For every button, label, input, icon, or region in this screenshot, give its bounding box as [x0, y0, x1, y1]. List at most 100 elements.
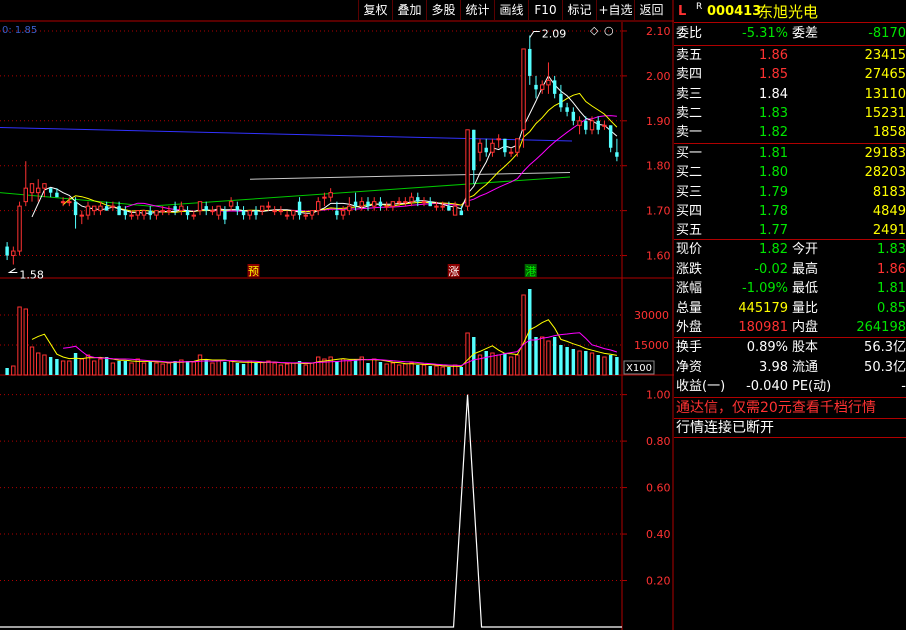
candle-body — [272, 210, 277, 213]
toolbar-button-8[interactable]: 返回 — [634, 0, 668, 20]
stat-value: 0.89% — [746, 340, 788, 355]
volume-bar — [173, 361, 177, 375]
candle-body — [36, 187, 41, 194]
buy-level: 买一 1.81 29183 — [674, 144, 906, 164]
candle-body — [472, 129, 476, 171]
volume-bar — [602, 356, 607, 376]
notice-banner[interactable]: 通达信，仅需20元查看千档行情 — [674, 398, 906, 418]
candle-body — [615, 152, 619, 157]
stat-label: 外盘 — [676, 320, 703, 335]
toolbar-button-5[interactable]: F10 — [528, 0, 562, 20]
candle-body — [372, 201, 377, 207]
toolbar-button-6[interactable]: 标记 — [562, 0, 596, 20]
volume-bar — [496, 354, 501, 376]
candle-body — [73, 201, 78, 216]
stat-label: 收益(一) — [676, 379, 726, 394]
volume-bar — [515, 354, 520, 376]
stock-header: L R 000413 东旭光电 — [674, 2, 906, 22]
candle-body — [366, 201, 370, 207]
volume-bar — [48, 357, 53, 375]
volume-bar — [378, 362, 383, 375]
level-volume: 13110 — [864, 86, 906, 102]
stat-label: 总量 — [676, 300, 703, 316]
volume-bar — [316, 356, 321, 376]
volume-bar — [117, 361, 121, 375]
price-tick-label: 2.00 — [646, 70, 671, 83]
candle-body — [428, 201, 432, 207]
volume-bar — [303, 364, 308, 376]
candle-body — [421, 201, 427, 204]
toolbar-button-4[interactable]: 画线 — [494, 0, 528, 20]
volume-bar — [260, 361, 265, 376]
volume-bar — [534, 337, 538, 375]
candle-body — [589, 120, 595, 131]
stat-value: 3.98 — [759, 359, 788, 375]
toolbar-button-0[interactable]: 复权 — [358, 0, 392, 20]
candle-body — [166, 210, 172, 213]
stat-label: 最高 — [792, 261, 819, 277]
volume-bar — [353, 359, 358, 375]
volume-bar — [409, 362, 414, 376]
price-tick-label: 1.70 — [646, 205, 671, 218]
toolbar-button-3[interactable]: 统计 — [460, 0, 494, 20]
candle-body — [297, 201, 302, 216]
volume-bar — [472, 337, 476, 375]
volume-bar — [384, 363, 389, 376]
indicator-tick-label: 0.40 — [646, 528, 671, 541]
volume-bar — [559, 345, 563, 375]
level-volume: 1858 — [872, 125, 906, 141]
stat-label: 内盘 — [792, 320, 819, 335]
volume-bar — [104, 357, 109, 375]
volume-bar — [29, 346, 35, 376]
stat-value: - — [901, 379, 906, 394]
stat-value: 1.81 — [877, 281, 906, 296]
candle-body — [104, 206, 109, 211]
volume-bar — [403, 363, 408, 376]
stat-label: 涨跌 — [676, 261, 703, 277]
candle-body — [459, 210, 464, 216]
candle-body — [135, 210, 140, 216]
candle-body — [396, 201, 402, 204]
volume-bar — [565, 347, 569, 375]
high-marker-arrow — [529, 30, 540, 38]
toolbar-button-2[interactable]: 多股 — [426, 0, 460, 20]
toolbar-button-7[interactable]: +自选 — [596, 0, 634, 20]
kline-chart-area[interactable]: 2.10 2.00 1.90 1.80 1.70 1.60 0: 1.85 ◇ ○ 2.09 1.5… — [0, 0, 674, 630]
candle-body — [160, 210, 165, 213]
notice-text: 通达信，仅需20元查看千档行情 — [676, 400, 876, 416]
volume-bar — [223, 362, 227, 375]
buy-level: 买二 1.80 28203 — [674, 163, 906, 183]
stat-row: 换手 0.89% 股本 56.3亿 — [674, 338, 906, 358]
volume-bar — [596, 355, 600, 375]
candle-body — [577, 120, 582, 126]
candle-body — [129, 214, 134, 217]
candle-body — [92, 205, 97, 212]
volume-bar — [60, 360, 66, 376]
volume-bar — [154, 362, 159, 376]
volume-bar — [366, 363, 370, 375]
stat-value: 1.86 — [877, 261, 906, 277]
level-price: 1.82 — [759, 125, 788, 141]
diamond-icon: ◇ — [590, 24, 599, 37]
volume-bar — [73, 353, 78, 375]
price-tick-label: 2.10 — [646, 25, 671, 38]
volume-bar — [241, 364, 246, 375]
candle-body — [596, 120, 600, 130]
candle-body — [353, 201, 358, 207]
candle-body — [384, 205, 389, 208]
stat-label: 净资 — [676, 359, 703, 375]
volume-bar — [291, 362, 296, 376]
level-label: 买三 — [676, 184, 703, 200]
volume-bar — [23, 308, 28, 376]
candle-body — [117, 206, 121, 216]
stat-value: 1.83 — [877, 242, 906, 257]
candle-body — [247, 210, 252, 216]
stat-label: 委差 — [792, 26, 819, 41]
event-flag: 港 — [525, 265, 536, 278]
volume-bar — [36, 352, 41, 376]
stat-row: 收益(一) -0.040 PE(动) - — [674, 377, 906, 397]
toolbar-button-1[interactable]: 叠加 — [392, 0, 426, 20]
stat-label: 股本 — [792, 340, 819, 355]
level-price: 1.80 — [759, 165, 788, 181]
level-label: 卖五 — [676, 48, 703, 63]
